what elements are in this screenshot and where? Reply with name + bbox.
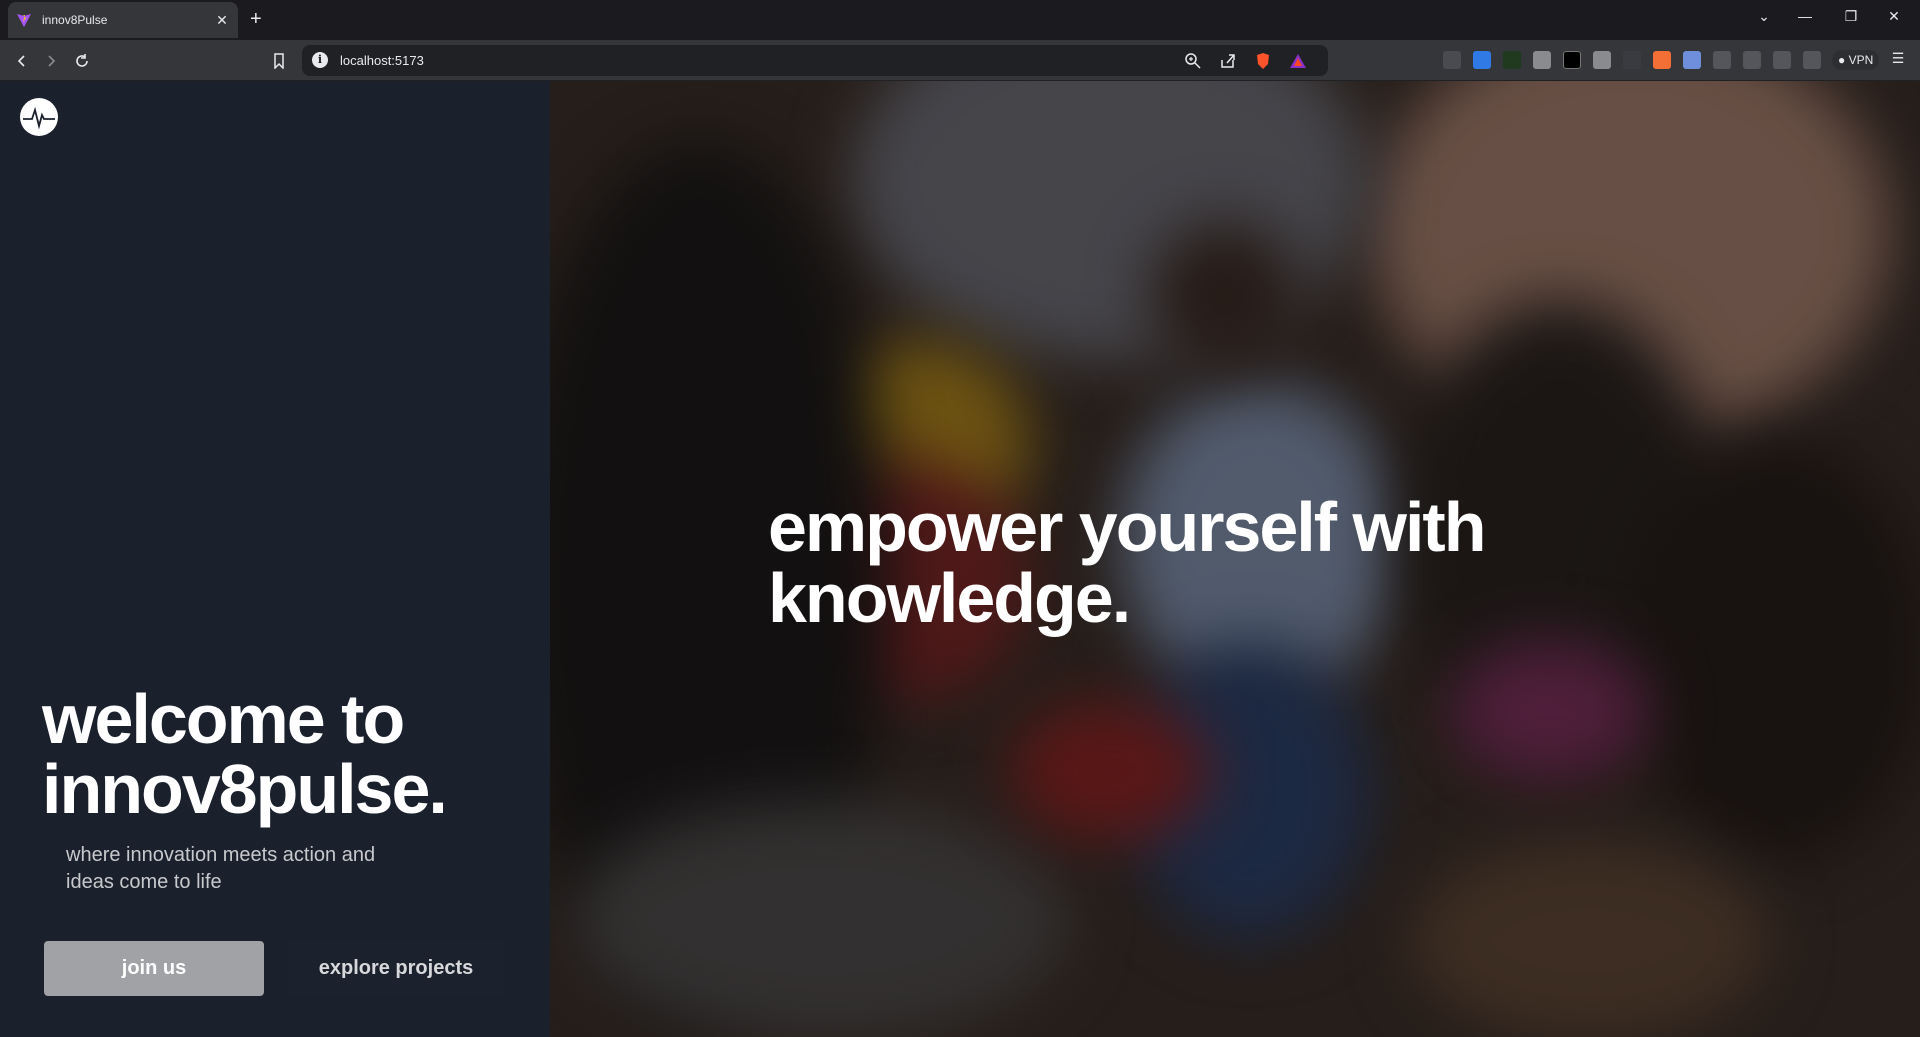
left-panel: welcome to innov8pulse. where innovation… xyxy=(0,81,550,1037)
ublock-extension-icon[interactable] xyxy=(1443,51,1461,69)
back-icon[interactable] xyxy=(9,48,35,74)
tab-strip: innov8Pulse ✕ + ⌄ — ❐ ✕ xyxy=(0,0,1920,40)
close-tab-icon[interactable]: ✕ xyxy=(214,12,230,29)
new-tab-icon[interactable]: + xyxy=(250,8,262,30)
site-info-icon[interactable]: i xyxy=(312,52,328,68)
hero-image-panel: empower yourself with knowledge. xyxy=(550,81,1920,1037)
page-viewport: welcome to innov8pulse. where innovation… xyxy=(0,81,1920,1037)
extensions-puzzle-icon[interactable] xyxy=(1713,51,1731,69)
leo-ai-icon[interactable] xyxy=(1803,51,1821,69)
brave-rewards-icon[interactable] xyxy=(1289,52,1307,70)
spark-extension-icon[interactable] xyxy=(1653,51,1671,69)
bw-extension-icon[interactable] xyxy=(1503,51,1521,69)
pulse-logo-icon[interactable] xyxy=(20,98,58,136)
url-text[interactable]: localhost:5173 xyxy=(340,53,424,68)
menu-icon[interactable]: ☰ xyxy=(1886,50,1910,67)
medium-extension-icon[interactable] xyxy=(1563,51,1581,69)
share-icon[interactable] xyxy=(1219,52,1237,70)
vite-favicon-icon xyxy=(17,14,31,27)
address-bar[interactable]: i localhost:5173 xyxy=(302,45,1328,76)
browser-toolbar: i localhost:5173 ● VPN ☰ xyxy=(0,40,1920,81)
hero-headline: empower yourself with knowledge. xyxy=(768,488,1486,637)
forward-icon[interactable] xyxy=(38,48,64,74)
vpn-button[interactable]: ● VPN xyxy=(1832,50,1880,70)
minimize-icon[interactable]: — xyxy=(1793,8,1817,24)
bookmark-icon[interactable] xyxy=(266,48,292,74)
camera-extension-icon[interactable] xyxy=(1533,51,1551,69)
explore-projects-button[interactable]: explore projects xyxy=(288,941,504,996)
restore-icon[interactable]: ❐ xyxy=(1839,8,1863,25)
tab-title: innov8Pulse xyxy=(42,13,108,27)
robot-extension-icon[interactable] xyxy=(1683,51,1701,69)
vpn-label: VPN xyxy=(1848,53,1874,67)
formula-extension-icon[interactable] xyxy=(1623,51,1641,69)
join-us-button[interactable]: join us xyxy=(44,941,264,996)
brave-shields-icon[interactable] xyxy=(1254,52,1272,70)
tagline: where innovation meets action and ideas … xyxy=(66,844,376,893)
welcome-heading: welcome to innov8pulse. xyxy=(42,680,448,828)
tab-search-icon[interactable]: ⌄ xyxy=(1752,8,1776,25)
reload-icon[interactable] xyxy=(69,48,95,74)
sidebar-icon[interactable] xyxy=(1743,51,1761,69)
zoom-icon[interactable] xyxy=(1184,52,1202,70)
close-window-icon[interactable]: ✕ xyxy=(1882,8,1906,25)
wallet-icon[interactable] xyxy=(1773,51,1791,69)
copy-extension-icon[interactable] xyxy=(1593,51,1611,69)
tab-innov8pulse[interactable]: innov8Pulse ✕ xyxy=(8,2,238,38)
docs-extension-icon[interactable] xyxy=(1473,51,1491,69)
